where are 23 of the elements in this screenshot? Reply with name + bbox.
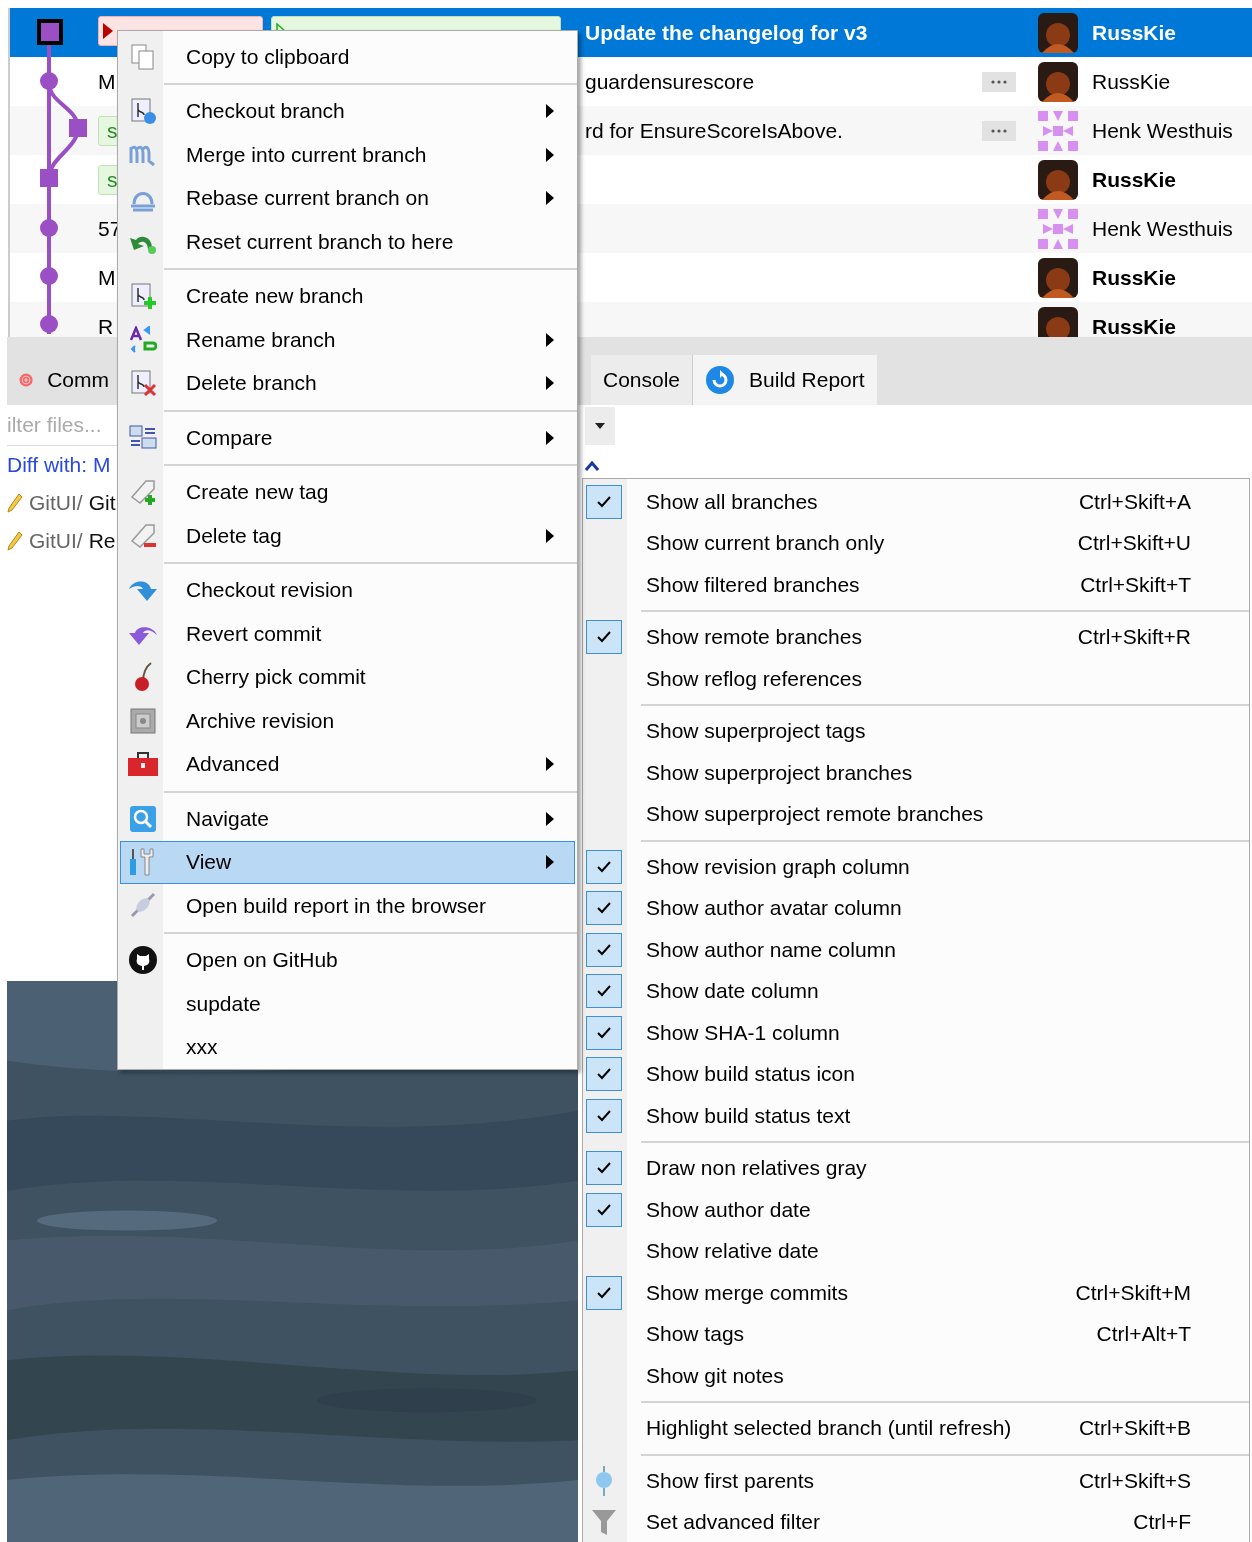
- author-name: RussKie: [1092, 20, 1178, 45]
- commit-message: rd for EnsureScoreIsAbove.: [585, 118, 843, 142]
- shortcut: Ctrl+Skift+U: [1076, 531, 1191, 556]
- shortcut: Ctrl+Skift+S: [1077, 1468, 1191, 1493]
- shortcut: Ctrl+Skift+B: [1077, 1416, 1191, 1441]
- shortcut: Ctrl+F: [1132, 1510, 1191, 1535]
- shortcut: Ctrl+Skift+A: [1077, 489, 1191, 514]
- shortcut: Ctrl+Skift+R: [1076, 625, 1191, 650]
- author-name: RussKie: [1092, 69, 1172, 94]
- author-name: RussKie: [1092, 314, 1178, 337]
- commit-message: Update the changelog for v3: [585, 20, 868, 44]
- author-name: RussKie: [1092, 167, 1178, 192]
- author-name: Henk Westhuis: [1092, 216, 1234, 241]
- diff-with-label: Diff with: M: [7, 452, 112, 478]
- shortcut: Ctrl+Alt+T: [1095, 1322, 1191, 1347]
- commit-text: R: [98, 314, 114, 337]
- author-name: Henk Westhuis: [1092, 118, 1234, 143]
- commit-text: M: [98, 265, 116, 290]
- commit-message: guardensurescore: [585, 69, 755, 93]
- shortcut: Ctrl+Skift+M: [1074, 1280, 1191, 1305]
- shortcut: Ctrl+Skift+T: [1079, 572, 1191, 597]
- commit-text: M: [98, 69, 116, 94]
- author-name: RussKie: [1092, 265, 1178, 290]
